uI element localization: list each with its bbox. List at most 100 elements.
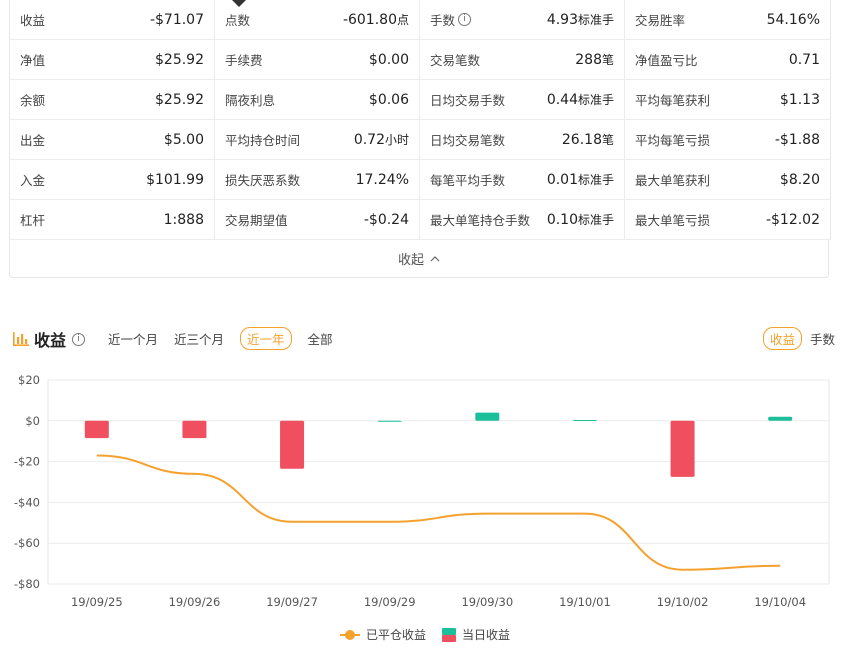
stat-cell: 杠杆 1:888	[10, 200, 215, 239]
y-tick-label: -$40	[14, 495, 40, 509]
stat-label: 手数 i	[430, 10, 472, 29]
stat-cell: 收益 -$71.07	[10, 0, 215, 39]
stats-row: 收益 -$71.07 点数 -601.80点 手数 i 4.93标准手 交易胜率 54.16%	[10, 0, 830, 40]
x-tick-label: 19/09/27	[266, 595, 318, 609]
bar	[572, 419, 597, 421]
stat-label: 隔夜利息	[225, 93, 276, 108]
stat-value: 4.93标准手	[546, 12, 614, 28]
stat-cell: 出金 $5.00	[10, 120, 215, 159]
toggle-收益[interactable]: 收益	[762, 327, 802, 350]
stat-cell: 平均每笔获利 $1.13	[625, 80, 830, 119]
x-tick-label: 19/09/25	[71, 595, 123, 609]
stat-cell: 日均交易手数 0.44标准手	[420, 80, 625, 119]
stat-value: 0.10标准手	[546, 212, 614, 228]
x-tick-label: 19/10/01	[559, 595, 611, 609]
stat-label: 平均持仓时间	[225, 133, 301, 148]
stat-value: 26.18笔	[561, 132, 614, 148]
section-title-text: 收益	[34, 331, 67, 350]
stat-label: 余额	[20, 93, 46, 108]
stat-value: $25.92	[155, 91, 204, 108]
stat-value: $101.99	[146, 171, 204, 188]
stat-cell: 最大单笔持仓手数 0.10标准手	[420, 200, 625, 239]
info-icon[interactable]: i	[458, 13, 472, 26]
stats-row: 出金 $5.00 平均持仓时间 0.72小时 日均交易笔数 26.18笔 平均每笔亏损 -$1…	[10, 120, 830, 160]
stat-label: 点数	[225, 13, 251, 28]
stat-value: 1:888	[163, 211, 204, 228]
stat-label: 收益	[20, 13, 46, 28]
bar	[280, 420, 305, 469]
stat-cell: 每笔平均手数 0.01标准手	[420, 160, 625, 199]
filter-近一年[interactable]: 近一年	[240, 327, 292, 350]
stat-value: 17.24%	[355, 171, 409, 188]
x-tick-label: 19/09/29	[364, 595, 416, 609]
stat-label: 交易笔数	[430, 53, 481, 68]
stat-label: 最大单笔亏损	[635, 213, 711, 228]
filter-近三个月[interactable]: 近三个月	[174, 329, 224, 348]
stat-value: -$1.88	[774, 131, 820, 148]
stat-label: 交易期望值	[225, 213, 288, 228]
collapse-button[interactable]: 收起	[9, 240, 829, 278]
stat-value: 0.71	[788, 51, 820, 68]
stats-row: 入金 $101.99 损失厌恶系数 17.24% 每笔平均手数 0.01标准手 最大单笔获利…	[10, 160, 830, 200]
stat-cell: 最大单笔获利 $8.20	[625, 160, 830, 199]
bar	[670, 420, 695, 477]
section-title: 收益 i	[12, 327, 86, 351]
stat-label: 每笔平均手数	[430, 173, 506, 188]
stat-value: -$71.07	[149, 11, 204, 28]
y-tick-label: $20	[18, 373, 40, 387]
stat-value: -601.80点	[342, 12, 409, 28]
stat-value: -$0.24	[363, 211, 409, 228]
toggle-手数[interactable]: 手数	[810, 329, 835, 348]
legend-label: 已平仓收益	[366, 628, 426, 642]
profit-chart: $20 $0 -$20 -$40 -$60 -$80 19/09/25 19/09/26 19/…	[14, 373, 830, 642]
stat-label: 入金	[20, 173, 46, 188]
legend-bar-marker-bottom	[442, 635, 456, 642]
stat-label: 损失厌恶系数	[225, 173, 301, 188]
collapse-label: 收起	[397, 253, 424, 268]
stat-value: 288笔	[575, 52, 614, 68]
stat-cell: 平均持仓时间 0.72小时	[215, 120, 420, 159]
stat-cell: 交易期望值 -$0.24	[215, 200, 420, 239]
stat-cell: 平均每笔亏损 -$1.88	[625, 120, 830, 159]
stat-label: 平均每笔亏损	[635, 133, 711, 148]
filter-全部[interactable]: 全部	[308, 329, 333, 348]
x-tick-label: 19/10/02	[657, 595, 709, 609]
y-tick-label: -$20	[14, 455, 40, 469]
stat-value: 0.01标准手	[546, 172, 614, 188]
bar	[475, 412, 500, 421]
y-tick-label: -$60	[14, 536, 40, 550]
legend-bar-marker-top	[442, 628, 456, 635]
stats-table: 收益 -$71.07 点数 -601.80点 手数 i 4.93标准手 交易胜率 54.16% 净…	[9, 0, 831, 240]
stat-value: 0.44标准手	[546, 92, 614, 108]
stat-label: 净值盈亏比	[635, 53, 698, 68]
stat-label: 最大单笔持仓手数	[430, 213, 531, 228]
bar	[377, 420, 402, 422]
stat-cell: 净值盈亏比 0.71	[625, 40, 830, 79]
stat-value: 0.72小时	[353, 132, 409, 148]
stat-value: $5.00	[163, 131, 204, 148]
stat-cell: 净值 $25.92	[10, 40, 215, 79]
stat-label: 最大单笔获利	[635, 173, 711, 188]
stat-label: 日均交易手数	[430, 93, 506, 108]
metric-toggle: 收益 手数	[762, 327, 835, 350]
stat-label: 平均每笔获利	[635, 93, 711, 108]
stat-value: $0.06	[368, 91, 409, 108]
stat-cell: 手续费 $0.00	[215, 40, 420, 79]
legend-line-dot	[345, 630, 355, 640]
tooltip-arrow	[232, 0, 246, 7]
info-icon[interactable]: i	[72, 332, 86, 346]
stat-label: 交易胜率	[635, 13, 686, 28]
stat-value: $25.92	[155, 51, 204, 68]
stat-value: 54.16%	[766, 11, 820, 28]
stat-value: $1.13	[779, 91, 820, 108]
stat-cell: 日均交易笔数 26.18笔	[420, 120, 625, 159]
stat-value: $0.00	[368, 51, 409, 68]
stats-row: 余额 $25.92 隔夜利息 $0.06 日均交易手数 0.44标准手 平均每笔获利 $1.1…	[10, 80, 830, 120]
stats-row: 净值 $25.92 手续费 $0.00 交易笔数 288笔 净值盈亏比 0.71	[10, 40, 830, 80]
filter-近一个月[interactable]: 近一个月	[108, 329, 158, 348]
x-tick-label: 19/09/30	[461, 595, 513, 609]
legend-label: 当日收益	[462, 628, 510, 642]
stat-cell: 交易笔数 288笔	[420, 40, 625, 79]
stat-cell: 余额 $25.92	[10, 80, 215, 119]
bar	[182, 420, 207, 439]
